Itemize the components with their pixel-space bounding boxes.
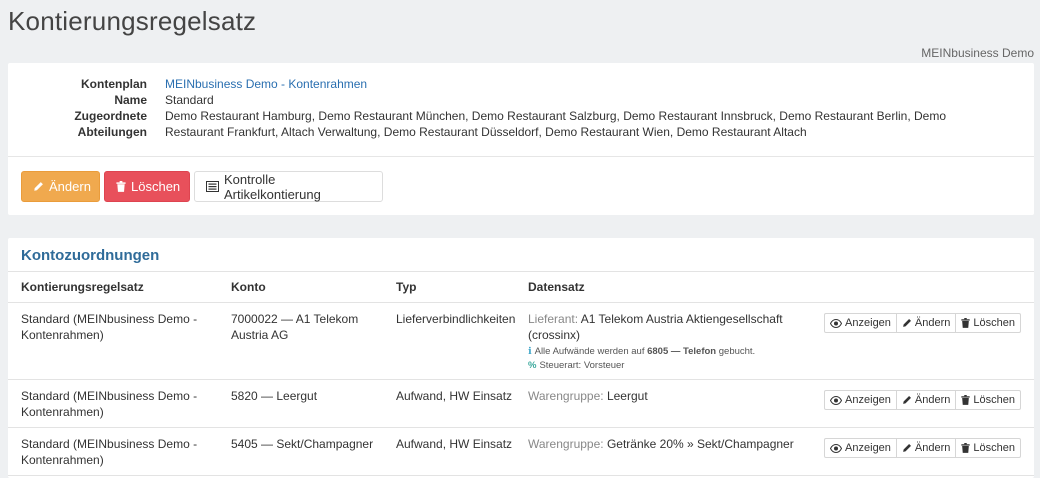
info-icon: ℹ <box>528 346 532 357</box>
view-label: Anzeigen <box>845 442 891 454</box>
pencil-icon <box>33 181 44 192</box>
column-header-actions <box>812 271 1034 303</box>
info-note: ℹ Alle Aufwände werden auf 6805 — Telefon… <box>528 345 812 359</box>
cell-typ: Aufwand, HW Einsatz <box>383 379 515 428</box>
row-actions: Anzeigen Ändern Löschen <box>824 388 1034 410</box>
pencil-icon <box>902 443 912 453</box>
view-button[interactable]: Anzeigen <box>824 390 897 410</box>
toolbar: Ändern Löschen Kontrolle Artikelkontieru… <box>21 171 383 202</box>
row-actions: Anzeigen Ändern Löschen <box>824 311 1034 333</box>
delete-label: Löschen <box>973 442 1015 454</box>
divider <box>8 156 1034 157</box>
eye-icon <box>830 443 843 453</box>
view-label: Anzeigen <box>845 317 891 329</box>
abteilungen-label: Zugeordnete Abteilungen <box>74 109 147 139</box>
info-note-account: 6805 — Telefon <box>647 346 717 357</box>
row-actions: Anzeigen Ändern Löschen <box>824 436 1034 458</box>
check-article-accounting-button[interactable]: Kontrolle Artikelkontierung <box>194 171 383 202</box>
cell-datensatz: Warengruppe: Leergut <box>515 379 812 428</box>
delete-row-button[interactable]: Löschen <box>955 438 1021 458</box>
info-panel: Kontenplan MEINbusiness Demo - Kontenrah… <box>8 63 1034 215</box>
cell-datensatz: Warengruppe: Getränke 20% » Sekt/Champag… <box>515 427 812 476</box>
tax-note: % Steuerart: Vorsteuer <box>528 359 812 373</box>
delete-button-label: Löschen <box>131 179 181 194</box>
trash-icon <box>961 395 971 405</box>
cell-actions: Anzeigen Ändern Löschen <box>812 427 1034 476</box>
trash-icon <box>961 318 971 328</box>
table-row: Standard (MEINbusiness Demo - Kontenrahm… <box>8 302 1034 380</box>
pencil-icon <box>902 318 912 328</box>
datensatz-prefix: Lieferant: <box>528 312 579 326</box>
abteilungen-value: Demo Restaurant Hamburg, Demo Restaurant… <box>165 109 947 139</box>
view-button[interactable]: Anzeigen <box>824 438 897 458</box>
delete-button[interactable]: Löschen <box>104 171 190 202</box>
datensatz-prefix: Warengruppe: <box>528 437 604 451</box>
cell-datensatz: Lieferant: A1 Telekom Austria Aktiengese… <box>515 302 812 380</box>
delete-row-button[interactable]: Löschen <box>955 313 1021 333</box>
column-header: Datensatz <box>515 271 812 303</box>
edit-row-button[interactable]: Ändern <box>895 390 957 410</box>
accounts-panel: Kontozuordnungen Kontierungsregelsatz Ko… <box>8 238 1034 478</box>
cell-konto: 7000022 — A1 Telekom Austria AG <box>218 302 383 380</box>
cell-regelsatz: Standard (MEINbusiness Demo - Kontenrahm… <box>8 427 218 476</box>
table-header-row: Kontierungsregelsatz Konto Typ Datensatz <box>8 271 1034 303</box>
tax-note-label: Steuerart: <box>539 360 582 371</box>
info-note-suffix: gebucht. <box>718 346 756 357</box>
edit-label: Ändern <box>914 442 951 454</box>
detail-row-kontenplan: Kontenplan MEINbusiness Demo - Kontenrah… <box>8 76 1034 92</box>
edit-label: Ändern <box>914 317 951 329</box>
table-row: Standard (MEINbusiness Demo - Kontenrahm… <box>8 427 1034 476</box>
eye-icon <box>830 395 843 405</box>
detail-row-name: Name Standard <box>8 92 1034 108</box>
edit-row-button[interactable]: Ändern <box>895 313 957 333</box>
name-label: Name <box>114 93 147 107</box>
detail-row-abteilungen: Zugeordnete Abteilungen Demo Restaurant … <box>8 108 1034 140</box>
edit-label: Ändern <box>914 394 951 406</box>
edit-button[interactable]: Ändern <box>21 171 100 202</box>
delete-label: Löschen <box>973 394 1015 406</box>
view-button[interactable]: Anzeigen <box>824 313 897 333</box>
delete-label: Löschen <box>973 317 1015 329</box>
info-note-prefix: Alle Aufwände werden auf <box>534 346 645 357</box>
eye-icon <box>830 318 843 328</box>
datensatz-value: Getränke 20% » Sekt/Champagner <box>606 437 794 451</box>
section-title: Kontozuordnungen <box>21 247 160 264</box>
datensatz-value: Leergut <box>606 389 648 403</box>
edit-button-label: Ändern <box>49 179 91 194</box>
cell-actions: Anzeigen Ändern Löschen <box>812 302 1034 380</box>
cell-konto: 5405 — Sekt/Champagner <box>218 427 383 476</box>
list-icon <box>206 181 219 192</box>
cell-regelsatz: Standard (MEINbusiness Demo - Kontenrahm… <box>8 302 218 380</box>
details-list: Kontenplan MEINbusiness Demo - Kontenrah… <box>8 63 1034 140</box>
kontenplan-label: Kontenplan <box>81 77 147 91</box>
trash-icon <box>961 443 971 453</box>
page-title: Kontierungsregelsatz <box>8 6 257 36</box>
cell-konto: 5820 — Leergut <box>218 379 383 428</box>
percent-icon: % <box>528 360 537 371</box>
cell-regelsatz: Standard (MEINbusiness Demo - Kontenrahm… <box>8 379 218 428</box>
company-name: MEINbusiness Demo <box>921 46 1034 60</box>
column-header: Typ <box>383 271 515 303</box>
check-button-label: Kontrolle Artikelkontierung <box>224 171 321 202</box>
trash-icon <box>116 181 126 192</box>
cell-typ: Aufwand, HW Einsatz <box>383 427 515 476</box>
tax-note-value: Vorsteuer <box>583 360 625 371</box>
cell-actions: Anzeigen Ändern Löschen <box>812 379 1034 428</box>
cell-typ: Lieferverbindlichkeiten <box>383 302 515 380</box>
name-value: Standard <box>165 93 214 107</box>
pencil-icon <box>902 395 912 405</box>
delete-row-button[interactable]: Löschen <box>955 390 1021 410</box>
datensatz-prefix: Warengruppe: <box>528 389 604 403</box>
accounts-table: Kontierungsregelsatz Konto Typ Datensatz… <box>8 271 1034 476</box>
column-header: Konto <box>218 271 383 303</box>
table-row: Standard (MEINbusiness Demo - Kontenrahm… <box>8 379 1034 428</box>
view-label: Anzeigen <box>845 394 891 406</box>
column-header: Kontierungsregelsatz <box>8 271 218 303</box>
kontenplan-link[interactable]: MEINbusiness Demo - Kontenrahmen <box>165 76 995 92</box>
edit-row-button[interactable]: Ändern <box>895 438 957 458</box>
